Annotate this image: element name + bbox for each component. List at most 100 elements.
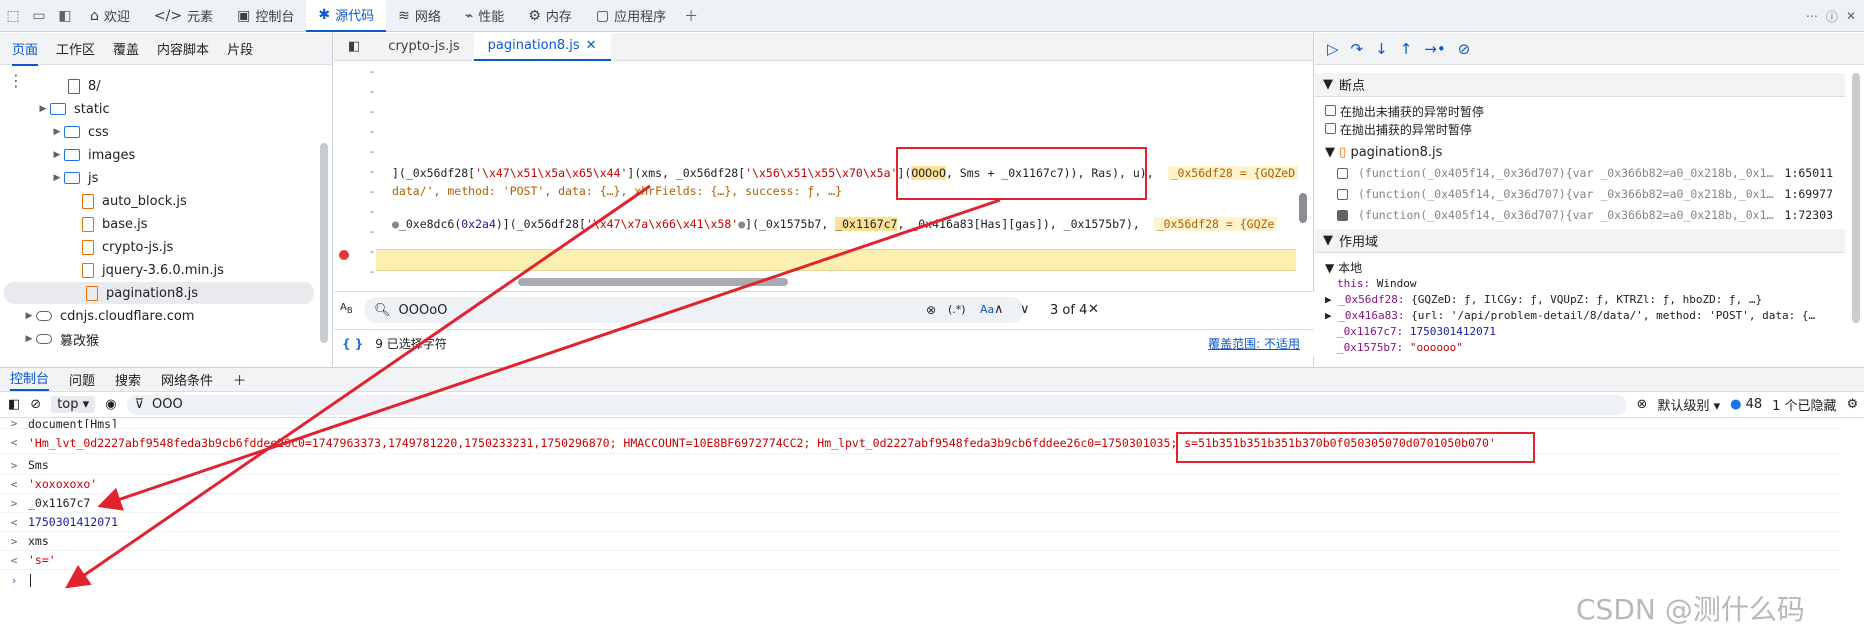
- clear-filter-icon[interactable]: ⊗: [1637, 397, 1648, 412]
- scope-var-this[interactable]: this: Window: [1337, 277, 1417, 290]
- checkbox[interactable]: [1337, 167, 1348, 179]
- scope-var-1575b7[interactable]: _0x1575b7: "oooooo": [1337, 341, 1463, 354]
- next-match-icon[interactable]: ∨: [1020, 302, 1030, 317]
- nav-tab-snippets[interactable]: 片段: [227, 39, 253, 58]
- console-prompt[interactable]: ›: [0, 571, 1840, 590]
- add-tab-icon[interactable]: ＋: [678, 3, 704, 29]
- scope-var-1167c7[interactable]: _0x1167c7: 1750301412071: [1337, 325, 1496, 338]
- checkbox[interactable]: [1325, 123, 1336, 134]
- pause-uncaught-option[interactable]: 在抛出未捕获的异常时暂停: [1325, 103, 1484, 120]
- nav-tab-content-scripts[interactable]: 内容脚本: [157, 39, 209, 58]
- console-filter-input[interactable]: ⊽ OOO: [126, 394, 1627, 415]
- nav-tab-overrides[interactable]: 覆盖: [113, 39, 139, 58]
- tab-console[interactable]: ▣ 控制台: [225, 0, 306, 32]
- drawer-tab-console[interactable]: 控制台: [10, 368, 50, 391]
- match-case-toggle[interactable]: Aa: [980, 303, 994, 316]
- tree-folder-css[interactable]: ▶ css: [0, 121, 320, 143]
- tab-sources[interactable]: ✱ 源代码: [306, 0, 387, 32]
- expand-arrow-icon[interactable]: ▶: [50, 127, 64, 137]
- checkbox[interactable]: [1325, 105, 1336, 116]
- expand-arrow-icon[interactable]: ▶: [50, 173, 64, 183]
- messages-count[interactable]: ● 48: [1730, 397, 1762, 412]
- editor-vertical-scrollbar[interactable]: [1299, 193, 1307, 223]
- scope-var-416a83[interactable]: ▶ _0x416a83: {url: '/api/problem-detail/…: [1325, 309, 1815, 322]
- sidebar-toggle-icon[interactable]: ◧: [8, 397, 20, 412]
- nav-tab-page[interactable]: 页面: [12, 39, 39, 66]
- live-expression-eye-icon[interactable]: ◉: [105, 397, 116, 412]
- breakpoint-item[interactable]: (function(_0x405f14,_0x36d707){var _0x36…: [1315, 205, 1845, 225]
- regex-toggle[interactable]: (.*): [948, 303, 966, 316]
- tab-welcome[interactable]: ⌂ 欢迎: [78, 0, 142, 32]
- help-icon[interactable]: ⓘ: [1826, 8, 1838, 25]
- expand-arrow-icon[interactable]: ▶: [36, 104, 50, 114]
- previous-match-icon[interactable]: ∧: [994, 302, 1004, 317]
- tree-file-pagination8[interactable]: pagination8.js: [4, 282, 314, 304]
- tab-performance[interactable]: ⌁ 性能: [453, 0, 516, 32]
- tree-file-base[interactable]: base.js: [0, 213, 320, 235]
- navigator-scrollbar[interactable]: [320, 143, 328, 343]
- scope-local-header[interactable]: ▼ 本地: [1325, 259, 1362, 276]
- more-options-icon[interactable]: ⋯: [1806, 9, 1818, 23]
- tree-domain-cdnjs[interactable]: ▶ cdnjs.cloudflare.com: [0, 305, 320, 327]
- tab-elements[interactable]: </> 元素: [142, 0, 225, 32]
- device-emulation-icon[interactable]: ▭: [26, 3, 52, 29]
- close-search-icon[interactable]: ✕: [1088, 302, 1099, 317]
- breakpoint-file-group[interactable]: ▼ ▯ pagination8.js: [1325, 145, 1442, 160]
- pause-caught-option[interactable]: 在抛出捕获的异常时暂停: [1325, 121, 1472, 138]
- tree-item-8[interactable]: 8/: [0, 75, 320, 97]
- breakpoint-item[interactable]: (function(_0x405f14,_0x36d707){var _0x36…: [1315, 163, 1845, 183]
- breakpoint-marker[interactable]: [339, 250, 349, 260]
- deactivate-breakpoints-icon[interactable]: ⊘: [1458, 40, 1471, 58]
- tree-file-crypto[interactable]: crypto-js.js: [0, 236, 320, 258]
- tree-folder-images[interactable]: ▶ images: [0, 144, 320, 166]
- checkbox[interactable]: [1337, 209, 1348, 221]
- console-settings-icon[interactable]: ⚙: [1847, 397, 1859, 412]
- step-into-icon[interactable]: ↓: [1375, 40, 1388, 58]
- checkbox[interactable]: [1337, 188, 1348, 200]
- debugger-scrollbar[interactable]: [1852, 73, 1860, 323]
- tree-domain-tampermonkey[interactable]: ▶ 篡改猴: [0, 328, 320, 350]
- editor-horizontal-scrollbar[interactable]: [518, 278, 788, 286]
- tree-file-jquery[interactable]: jquery-3.6.0.min.js: [0, 259, 320, 281]
- console-line: <'s=': [0, 551, 1840, 570]
- editor-tab-crypto[interactable]: crypto-js.js: [374, 33, 473, 61]
- clear-search-icon[interactable]: ⊗: [926, 303, 936, 317]
- pretty-print-icon[interactable]: { }: [342, 337, 363, 351]
- context-selector[interactable]: top ▾: [51, 396, 96, 413]
- scope-section-header[interactable]: ▼ 作用域: [1315, 229, 1845, 253]
- tab-application[interactable]: ▢ 应用程序: [584, 0, 678, 32]
- drawer-tab-search[interactable]: 搜索: [115, 370, 141, 389]
- log-level-dropdown[interactable]: 默认级别 ▾: [1657, 395, 1720, 414]
- tree-file-auto-block[interactable]: auto_block.js: [0, 190, 320, 212]
- replace-toggle-icon[interactable]: AB: [340, 302, 353, 315]
- breakpoint-item[interactable]: (function(_0x405f14,_0x36d707){var _0x36…: [1315, 184, 1845, 204]
- clear-console-icon[interactable]: ⊘: [30, 397, 41, 412]
- step-over-icon[interactable]: ↷: [1351, 40, 1364, 58]
- close-tab-icon[interactable]: ✕: [586, 38, 597, 53]
- toggle-navigator-icon[interactable]: ◧: [334, 33, 374, 61]
- step-out-icon[interactable]: ↑: [1400, 40, 1413, 58]
- scope-var-56df28[interactable]: ▶ _0x56df28: {GQZeD: ƒ, IlCGy: ƒ, VQUpZ:…: [1325, 293, 1762, 306]
- tree-folder-static[interactable]: ▶ static: [0, 98, 320, 120]
- expand-arrow-icon[interactable]: ▶: [50, 150, 64, 160]
- tab-memory[interactable]: ⚙ 内存: [516, 0, 584, 32]
- add-drawer-tab-icon[interactable]: ＋: [233, 370, 246, 389]
- inspect-element-icon[interactable]: ⬚: [0, 3, 26, 29]
- close-devtools-icon[interactable]: ✕: [1846, 9, 1856, 23]
- editor-tab-pagination8[interactable]: pagination8.js ✕: [473, 32, 611, 61]
- toggle-sidebar-icon[interactable]: ◧: [52, 3, 78, 29]
- drawer-tab-network-conditions[interactable]: 网络条件: [161, 370, 213, 389]
- expand-arrow-icon[interactable]: ▶: [22, 334, 36, 344]
- hidden-count[interactable]: 1 个已隐藏: [1772, 395, 1836, 414]
- tab-network[interactable]: ≋ 网络: [386, 0, 453, 32]
- resume-icon[interactable]: ▷: [1327, 40, 1339, 58]
- drawer-tab-issues[interactable]: 问题: [69, 370, 95, 389]
- tree-folder-js[interactable]: ▶ js: [0, 167, 320, 189]
- nav-tab-workspace[interactable]: 工作区: [56, 39, 95, 58]
- code-line-3: ●_0xe8dc6(0x2a4)](_0x56df28['\x47\x7a\x6…: [392, 217, 1278, 231]
- coverage-link[interactable]: 覆盖范围: 不适用: [1208, 335, 1300, 352]
- search-input[interactable]: 🔍︎ OOOoO: [364, 297, 1024, 323]
- breakpoints-section-header[interactable]: ▼ 断点: [1315, 73, 1845, 97]
- step-icon[interactable]: →•: [1424, 40, 1445, 58]
- expand-arrow-icon[interactable]: ▶: [22, 311, 36, 321]
